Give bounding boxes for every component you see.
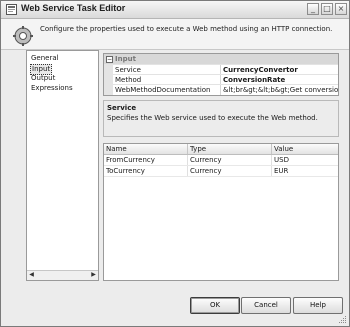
table-row[interactable]: FromCurrency Currency USD [104, 155, 338, 166]
cell-type: Currency [188, 166, 272, 176]
cell-name: ToCurrency [104, 166, 188, 176]
parameters-table: Name Type Value FromCurrency Currency US… [103, 143, 339, 281]
page-navigator: General Input Output Expressions ◀ ▶ [26, 50, 99, 281]
property-name: Service [115, 66, 141, 74]
nav-horizontal-scrollbar[interactable]: ◀ ▶ [27, 270, 98, 280]
nav-item-expressions[interactable]: Expressions [30, 84, 74, 93]
property-name: Method [115, 76, 142, 84]
description-text: Specifies the Web service used to execut… [107, 114, 318, 122]
property-description-panel: Service Specifies the Web service used t… [103, 100, 339, 137]
minimize-button[interactable]: _ [307, 3, 319, 15]
ok-button[interactable]: OK [190, 297, 240, 314]
scroll-right-icon[interactable]: ▶ [89, 271, 98, 279]
cell-name: FromCurrency [104, 155, 188, 165]
property-category[interactable]: − Input [104, 54, 338, 64]
table-row[interactable]: ToCurrency Currency EUR [104, 166, 338, 177]
header-description: Configure the properties used to execute… [40, 25, 333, 33]
gear-icon [13, 26, 33, 46]
title-bar[interactable]: Web Service Task Editor _ □ × [1, 1, 349, 19]
close-button[interactable]: × [335, 3, 347, 15]
table-header: Name Type Value [104, 144, 338, 155]
window-title: Web Service Task Editor [21, 3, 126, 13]
app-icon [6, 4, 17, 15]
column-header-type[interactable]: Type [188, 144, 272, 154]
description-title: Service [107, 104, 137, 112]
property-name: WebMethodDocumentation [115, 86, 211, 94]
cell-type: Currency [188, 155, 272, 165]
resize-grip-icon[interactable] [338, 315, 347, 324]
dialog-window: Web Service Task Editor _ □ × Configure … [0, 0, 350, 327]
scroll-left-icon[interactable]: ◀ [27, 271, 36, 279]
cancel-button[interactable]: Cancel [241, 297, 291, 314]
property-value[interactable]: &lt;br&gt;&lt;b&gt;Get conversion rate f… [220, 85, 338, 95]
column-header-name[interactable]: Name [104, 144, 188, 154]
cell-value[interactable]: USD [272, 155, 338, 165]
category-label: Input [115, 55, 136, 63]
property-row-webmethoddocumentation[interactable]: WebMethodDocumentation &lt;br&gt;&lt;b&g… [113, 84, 338, 95]
dialog-header: Configure the properties used to execute… [1, 19, 349, 50]
column-header-value[interactable]: Value [272, 144, 338, 154]
cell-value[interactable]: EUR [272, 166, 338, 176]
collapse-icon[interactable]: − [106, 56, 113, 63]
nav-item-output[interactable]: Output [30, 74, 56, 83]
property-grid: − Input Service CurrencyConvertor Method… [103, 53, 339, 96]
nav-item-general[interactable]: General [30, 54, 60, 63]
help-button[interactable]: Help [293, 297, 343, 314]
maximize-button[interactable]: □ [321, 3, 333, 15]
